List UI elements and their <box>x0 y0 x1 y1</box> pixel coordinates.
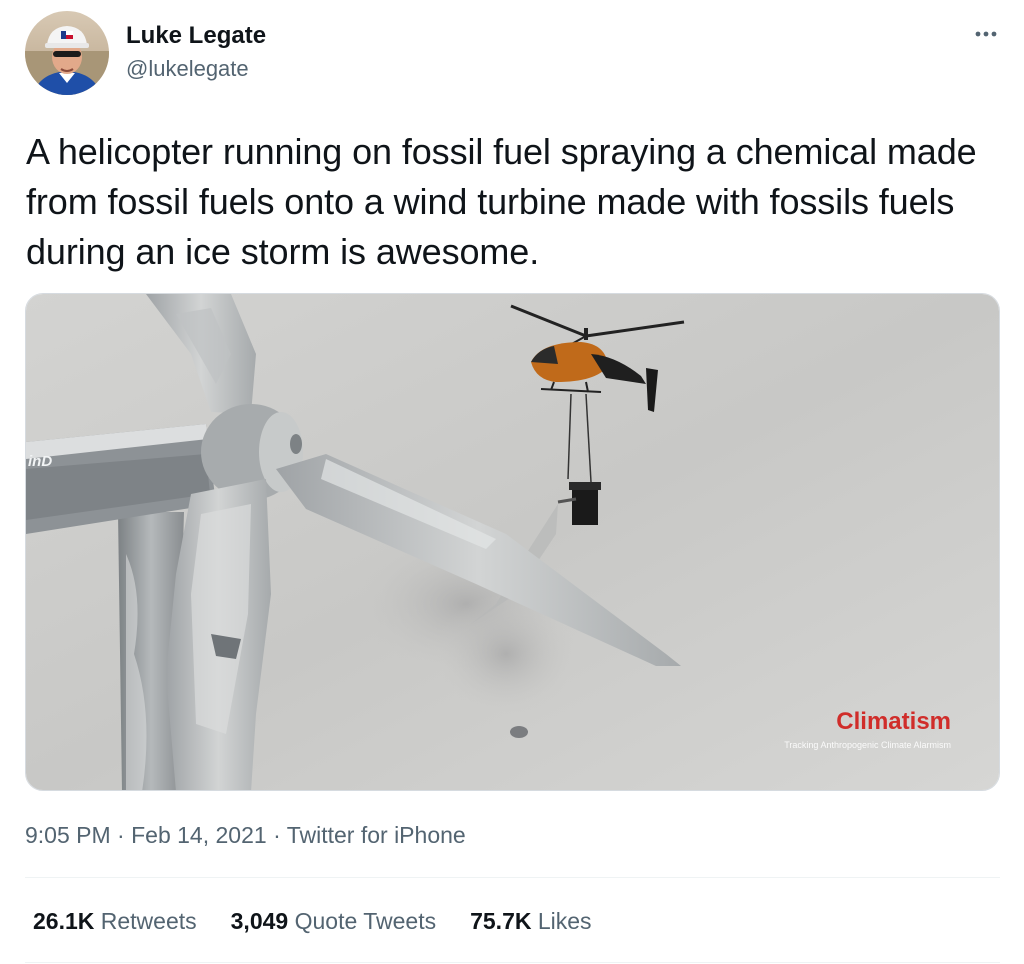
likes-count: 75.7K <box>470 908 532 934</box>
retweets-count: 26.1K <box>33 908 95 934</box>
likes-stat[interactable]: 75.7K Likes <box>470 908 591 935</box>
tweet: Luke Legate @lukelegate A helicopter run… <box>0 0 1024 964</box>
tweet-metadata: 9:05 PM · Feb 14, 2021 · Twitter for iPh… <box>25 822 466 849</box>
tweet-media-image[interactable]: inD Climatism Tracking Anthropogenic Cli… <box>25 293 1000 791</box>
meta-separator: · <box>117 822 125 848</box>
watermark-title: Climatism <box>836 708 951 735</box>
likes-label: Likes <box>537 908 592 934</box>
tweet-text: A helicopter running on fossil fuel spra… <box>26 131 977 272</box>
quote-tweets-stat[interactable]: 3,049 Quote Tweets <box>231 908 436 935</box>
more-options-button[interactable] <box>968 16 1004 52</box>
author-handle[interactable]: @lukelegate <box>126 56 249 82</box>
retweets-stat[interactable]: 26.1K Retweets <box>33 908 197 935</box>
tweet-stats: 26.1K Retweets 3,049 Quote Tweets 75.7K … <box>33 908 592 935</box>
ellipsis-icon <box>975 31 997 37</box>
tweet-source[interactable]: Twitter for iPhone <box>287 822 466 848</box>
author-avatar[interactable] <box>25 11 109 95</box>
quote-tweets-label: Quote Tweets <box>294 908 437 934</box>
divider <box>25 877 1000 878</box>
quote-tweets-count: 3,049 <box>230 908 289 934</box>
tweet-time[interactable]: 9:05 PM <box>25 822 111 848</box>
retweets-label: Retweets <box>100 908 197 934</box>
tweet-date[interactable]: Feb 14, 2021 <box>131 822 267 848</box>
meta-separator: · <box>273 822 281 848</box>
watermark-subtitle: Tracking Anthropogenic Climate Alarmism <box>784 740 951 750</box>
divider <box>25 962 1000 963</box>
author-display-name[interactable]: Luke Legate <box>126 22 266 50</box>
turbine-logo-text: inD <box>28 453 52 470</box>
